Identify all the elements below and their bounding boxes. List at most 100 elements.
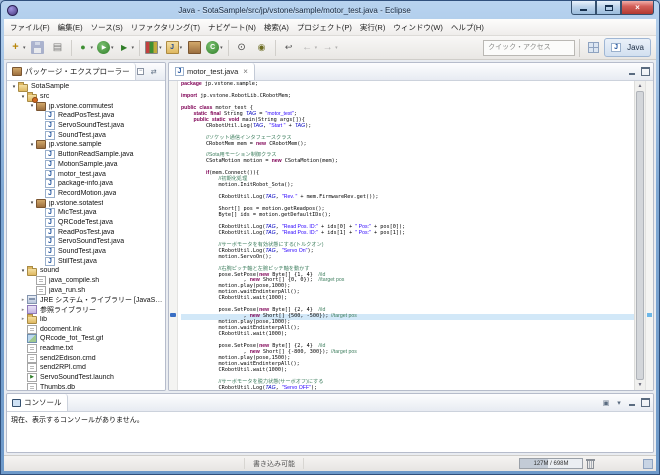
dropdown-arrow-icon[interactable]: ▾	[111, 45, 114, 51]
menu-item[interactable]: 検索(A)	[260, 20, 293, 35]
tree-item[interactable]: ▸参照ライブラリー	[7, 305, 165, 315]
tree-item[interactable]: package-info.java	[7, 179, 165, 189]
collapse-arrow-icon[interactable]: ▾	[28, 103, 36, 109]
menu-item[interactable]: ヘルプ(H)	[447, 20, 488, 35]
editor-scrollbar[interactable]: ▲ ▼	[634, 81, 645, 390]
tree-item[interactable]: ServoSoundTest.java	[7, 237, 165, 247]
minimize-button[interactable]	[571, 1, 596, 15]
open-type-button[interactable]	[233, 38, 251, 57]
maximize-console-icon[interactable]	[640, 398, 650, 408]
menu-item[interactable]: ナビゲート(N)	[204, 20, 260, 35]
collapse-arrow-icon[interactable]: ▾	[28, 200, 36, 206]
tree-item[interactable]: StillTest.java	[7, 256, 165, 266]
dropdown-arrow-icon[interactable]: ▾	[315, 45, 318, 51]
collapse-arrow-icon[interactable]: ▾	[19, 268, 27, 274]
tab-close-icon[interactable]: ×	[243, 68, 248, 76]
menu-item[interactable]: 編集(E)	[54, 20, 87, 35]
minimize-editor-icon[interactable]	[627, 67, 637, 77]
tree-item[interactable]: ▸lib	[7, 315, 165, 325]
expand-arrow-icon[interactable]: ▸	[19, 297, 27, 303]
back-button[interactable]: ▾	[300, 38, 319, 57]
console-view-menu-icon[interactable]: ▾	[614, 398, 624, 408]
tree-item[interactable]: QRCodeTest.java	[7, 218, 165, 228]
dropdown-arrow-icon[interactable]: ▾	[335, 45, 338, 51]
console-tab[interactable]: コンソール	[7, 394, 68, 411]
editor-tab-motor-test[interactable]: motor_test.java ×	[169, 63, 255, 80]
menu-item[interactable]: 実行(R)	[356, 20, 389, 35]
tree-item[interactable]: ReadPosTest.java	[7, 227, 165, 237]
new-wizard-button[interactable]: ▾	[8, 38, 27, 57]
run-button[interactable]: ▾	[96, 38, 115, 57]
tree-item[interactable]: send2RPI.cmd	[7, 363, 165, 373]
dropdown-arrow-icon[interactable]: ▾	[159, 45, 162, 51]
tree-item[interactable]: ServoSoundTest.java	[7, 121, 165, 131]
tree-item[interactable]: ServoSoundTest.launch	[7, 373, 165, 383]
tree-item[interactable]: MotionSample.java	[7, 160, 165, 170]
open-perspective-button[interactable]	[584, 38, 602, 57]
tree-item[interactable]: ▾jp.vstone.sotatest	[7, 198, 165, 208]
collapse-all-icon[interactable]	[136, 67, 146, 77]
package-explorer-tab[interactable]: パッケージ・エクスプローラー	[7, 63, 136, 80]
collapse-arrow-icon[interactable]: ▾	[10, 84, 18, 90]
last-edit-location-button[interactable]	[280, 38, 298, 57]
tree-item[interactable]: SoundTest.java	[7, 247, 165, 257]
dropdown-arrow-icon[interactable]: ▾	[91, 45, 94, 51]
minimize-console-icon[interactable]	[627, 398, 637, 408]
tree-item[interactable]: ▾jp.vstone.commutest	[7, 101, 165, 111]
maximize-editor-icon[interactable]	[640, 67, 650, 77]
tree-item[interactable]: ReadPosTest.java	[7, 111, 165, 121]
collapse-arrow-icon[interactable]: ▾	[19, 94, 27, 100]
tree-item[interactable]: SoundTest.java	[7, 130, 165, 140]
search-button[interactable]	[253, 38, 271, 57]
tree-item[interactable]: docoment.lnk	[7, 324, 165, 334]
scrollbar-thumb[interactable]	[636, 91, 644, 380]
menu-item[interactable]: リファクタリング(T)	[127, 20, 204, 35]
tree-item[interactable]: send2Edison.cmd	[7, 353, 165, 363]
print-button[interactable]	[49, 38, 67, 57]
debug-button[interactable]: ▾	[76, 38, 95, 57]
project-tree[interactable]: ▾SotaSample▾src▾jp.vstone.commutestReadP…	[7, 81, 165, 390]
expand-arrow-icon[interactable]: ▸	[19, 316, 27, 322]
dropdown-arrow-icon[interactable]: ▾	[23, 45, 26, 51]
new-package-button[interactable]	[185, 38, 203, 57]
dropdown-arrow-icon[interactable]: ▾	[132, 45, 135, 51]
tree-item[interactable]: RecordMotion.java	[7, 189, 165, 199]
external-tools-button[interactable]: ▾	[117, 38, 136, 57]
new-java-project-button[interactable]: ▾	[165, 38, 184, 57]
tree-item[interactable]: java_run.sh	[7, 285, 165, 295]
tree-item[interactable]: QRcode_fot_Test.gif	[7, 334, 165, 344]
menu-item[interactable]: プロジェクト(P)	[293, 20, 356, 35]
title-bar[interactable]: Java - SotaSample/src/jp/vstone/sample/m…	[1, 1, 659, 19]
tree-item[interactable]: ▾src	[7, 92, 165, 102]
tree-item[interactable]: Thumbs.db	[7, 382, 165, 390]
code-editor[interactable]: package jp.vstone.sample; import jp.vsto…	[178, 81, 634, 390]
view-menu-icon[interactable]: ▾	[162, 67, 166, 77]
forward-button[interactable]: ▾	[320, 38, 339, 57]
new-class-button[interactable]: ▾	[205, 38, 224, 57]
menu-item[interactable]: ファイル(F)	[6, 20, 54, 35]
coverage-button[interactable]: ▾	[144, 38, 163, 57]
java-perspective-button[interactable]: Java	[604, 38, 651, 57]
tree-item[interactable]: readme.txt	[7, 344, 165, 354]
collapse-arrow-icon[interactable]: ▾	[28, 142, 36, 148]
tree-item[interactable]: ▾SotaSample	[7, 82, 165, 92]
tree-item[interactable]: MicTest.java	[7, 208, 165, 218]
tree-item[interactable]: motor_test.java	[7, 169, 165, 179]
tree-item[interactable]: ▸JRE システム・ライブラリー [JavaSE-1.8]	[7, 295, 165, 305]
scroll-down-icon[interactable]: ▼	[635, 380, 645, 390]
dropdown-arrow-icon[interactable]: ▾	[180, 45, 183, 51]
menu-item[interactable]: ウィンドウ(W)	[389, 20, 447, 35]
tree-item[interactable]: ▾sound	[7, 266, 165, 276]
dropdown-arrow-icon[interactable]: ▾	[220, 45, 223, 51]
status-corner-icon[interactable]	[643, 459, 653, 469]
tree-item[interactable]: java_compile.sh	[7, 276, 165, 286]
tree-item[interactable]: ▾jp.vstone.sample	[7, 140, 165, 150]
link-with-editor-icon[interactable]: ⇄	[149, 67, 159, 77]
close-button[interactable]: ×	[621, 1, 654, 15]
expand-arrow-icon[interactable]: ▸	[19, 307, 27, 313]
tree-item[interactable]: ButtonReadSample.java	[7, 150, 165, 160]
save-button[interactable]	[29, 38, 47, 57]
quick-access-input[interactable]	[483, 40, 575, 56]
run-garbage-collector-icon[interactable]	[586, 459, 595, 469]
scroll-up-icon[interactable]: ▲	[635, 81, 645, 91]
